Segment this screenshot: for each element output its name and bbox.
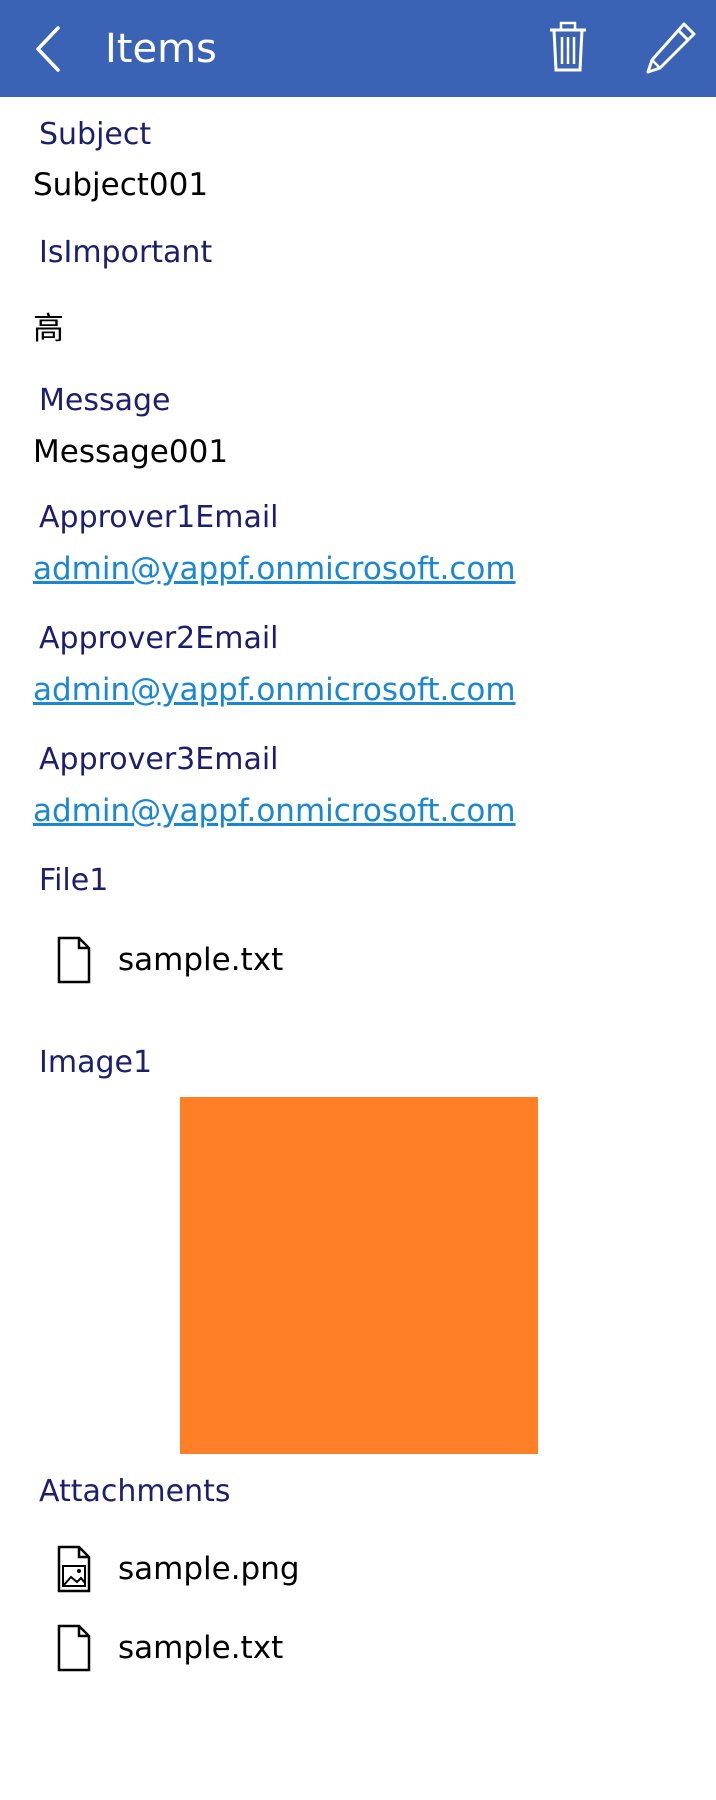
is-important-value: 高 (33, 311, 64, 347)
subject-value: Subject001 (33, 167, 209, 203)
pencil-icon (646, 22, 696, 74)
image1-label: Image1 (39, 1045, 153, 1080)
message-value: Message001 (33, 434, 229, 470)
attachment-item[interactable]: sample.png (52, 1544, 300, 1594)
trash-icon (550, 21, 586, 72)
approver2-email-label: Approver2Email (39, 621, 279, 656)
approver3-email-label: Approver3Email (39, 742, 279, 777)
file1-label: File1 (39, 863, 109, 898)
image1-preview (180, 1097, 538, 1454)
message-label: Message (39, 383, 171, 418)
attachments-label: Attachments (39, 1474, 231, 1509)
delete-button[interactable] (546, 20, 590, 76)
file1-item[interactable]: sample.txt (52, 935, 283, 985)
document-icon (57, 1624, 91, 1672)
edit-button[interactable] (642, 18, 698, 78)
attachment-name: sample.txt (118, 1630, 284, 1666)
approver3-email-link[interactable]: admin@yappf.onmicrosoft.com (33, 793, 516, 829)
approver2-email-link[interactable]: admin@yappf.onmicrosoft.com (33, 672, 516, 708)
chevron-left-icon (36, 26, 60, 72)
approver1-email-label: Approver1Email (39, 500, 279, 535)
header-bar: Items (0, 0, 716, 97)
page-title: Items (105, 26, 217, 72)
image-file-icon (57, 1545, 91, 1593)
attachment-item[interactable]: sample.txt (52, 1623, 283, 1673)
attachment-name: sample.png (118, 1551, 300, 1587)
document-icon (57, 936, 91, 984)
subject-label: Subject (39, 117, 152, 152)
approver1-email-link[interactable]: admin@yappf.onmicrosoft.com (33, 551, 516, 587)
file1-name: sample.txt (118, 942, 284, 978)
back-button[interactable] (28, 22, 72, 76)
is-important-label: IsImportant (39, 235, 213, 270)
